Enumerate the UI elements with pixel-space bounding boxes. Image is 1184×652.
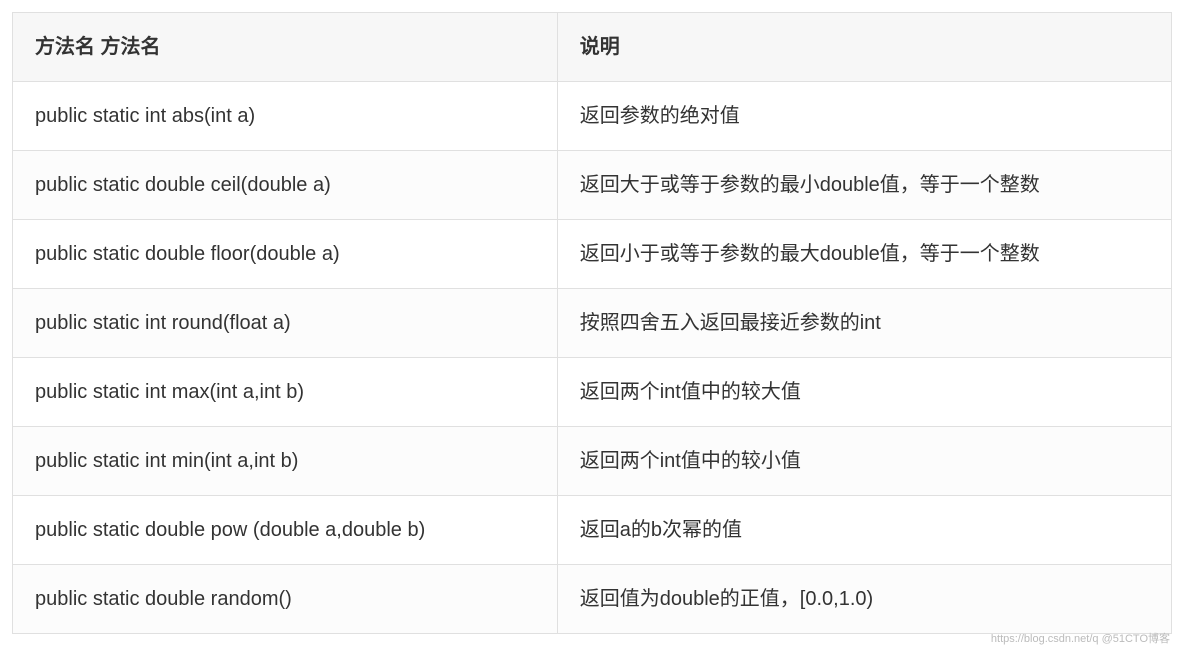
table-row: public static double ceil(double a) 返回大于… (13, 151, 1172, 220)
methods-table: 方法名 方法名 说明 public static int abs(int a) … (12, 12, 1172, 634)
cell-method: public static int abs(int a) (13, 82, 558, 151)
cell-description: 返回两个int值中的较小值 (557, 427, 1171, 496)
table-row: public static double floor(double a) 返回小… (13, 220, 1172, 289)
cell-method: public static int max(int a,int b) (13, 358, 558, 427)
cell-description: 返回大于或等于参数的最小double值，等于一个整数 (557, 151, 1171, 220)
table-row: public static int abs(int a) 返回参数的绝对值 (13, 82, 1172, 151)
cell-method: public static double random() (13, 565, 558, 634)
cell-method: public static double floor(double a) (13, 220, 558, 289)
cell-description: 返回参数的绝对值 (557, 82, 1171, 151)
header-method: 方法名 方法名 (13, 13, 558, 82)
table-row: public static int round(float a) 按照四舍五入返… (13, 289, 1172, 358)
cell-method: public static int min(int a,int b) (13, 427, 558, 496)
cell-description: 返回a的b次幂的值 (557, 496, 1171, 565)
cell-method: public static int round(float a) (13, 289, 558, 358)
cell-description: 返回两个int值中的较大值 (557, 358, 1171, 427)
table-row: public static int max(int a,int b) 返回两个i… (13, 358, 1172, 427)
cell-description: 返回值为double的正值，[0.0,1.0) (557, 565, 1171, 634)
cell-description: 返回小于或等于参数的最大double值，等于一个整数 (557, 220, 1171, 289)
table-row: public static double pow (double a,doubl… (13, 496, 1172, 565)
cell-method: public static double ceil(double a) (13, 151, 558, 220)
table-row: public static double random() 返回值为double… (13, 565, 1172, 634)
cell-method: public static double pow (double a,doubl… (13, 496, 558, 565)
cell-description: 按照四舍五入返回最接近参数的int (557, 289, 1171, 358)
table-header-row: 方法名 方法名 说明 (13, 13, 1172, 82)
table-row: public static int min(int a,int b) 返回两个i… (13, 427, 1172, 496)
header-description: 说明 (557, 13, 1171, 82)
